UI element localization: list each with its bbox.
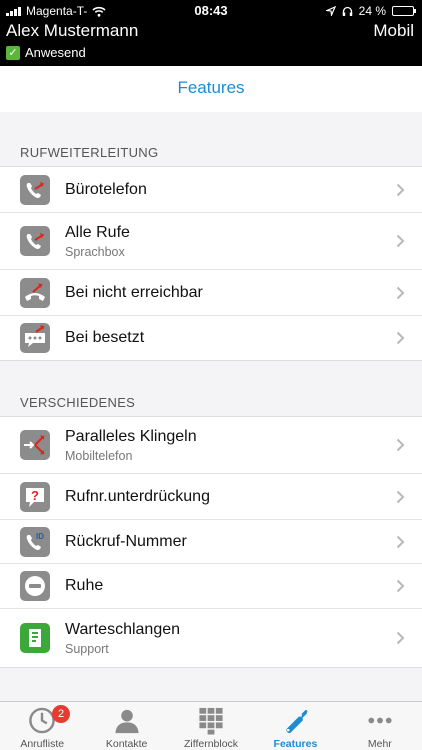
feature-label: Alle Rufe [65, 223, 130, 241]
busy-chat-icon [20, 323, 50, 353]
tab-label: Mehr [367, 738, 392, 750]
call-forward-phone-icon [20, 226, 50, 256]
feature-label: Rückruf-Nummer [65, 532, 187, 550]
svg-text:ID: ID [36, 532, 44, 541]
chevron-right-icon [396, 535, 422, 549]
queue-icon [20, 623, 50, 653]
chevron-right-icon [396, 183, 422, 197]
tab-label: Ziffernblock [183, 738, 239, 750]
chevron-right-icon [396, 490, 422, 504]
more-dots-icon [368, 717, 392, 724]
feature-sublabel: Support [65, 641, 109, 656]
checkmark-icon: ✓ [6, 45, 20, 60]
chevron-right-icon [396, 234, 422, 248]
tab-label: Kontakte [105, 738, 148, 750]
question-bubble-icon: ? [20, 481, 50, 512]
feature-row-office-phone[interactable]: Bürotelefon [0, 167, 422, 213]
person-icon [115, 709, 139, 734]
tab-contacts[interactable]: Kontakte [84, 702, 168, 750]
dialpad-icon [199, 707, 223, 735]
feature-row-busy[interactable]: Bei besetzt [0, 316, 422, 360]
status-bar: Magenta-T- 08:43 24 % [0, 0, 422, 22]
tab-more[interactable]: Mehr [338, 702, 422, 750]
chevron-right-icon [396, 286, 422, 300]
headphones-icon [342, 6, 352, 16]
location-icon [325, 6, 336, 16]
chevron-right-icon [396, 331, 422, 345]
feature-sublabel: Mobiltelefon [65, 448, 133, 463]
feature-row-queues[interactable]: Warteschlangen Support [0, 609, 422, 667]
chevron-right-icon [396, 579, 422, 593]
section-header-call-forwarding: RUFWEITERLEITUNG [20, 145, 159, 160]
tab-label: Features [273, 738, 318, 750]
feature-label: Bei besetzt [65, 329, 145, 346]
feature-label: Bei nicht erreichbar [65, 283, 203, 301]
hangup-forward-icon [20, 277, 50, 308]
battery-icon [392, 6, 416, 16]
chevron-right-icon [396, 631, 422, 645]
chevron-right-icon [396, 438, 422, 452]
user-name: Alex Mustermann [6, 21, 139, 40]
section-header-misc: VERSCHIEDENES [20, 395, 136, 410]
page-title: Features [177, 78, 245, 97]
feature-label: Ruhe [65, 577, 104, 594]
feature-row-do-not-disturb[interactable]: Ruhe [0, 564, 422, 609]
tab-bar: 2 Anrufliste Kontakte Ziffernblock Featu… [0, 701, 422, 750]
phone-id-icon: ID [20, 526, 50, 557]
battery-percent: 24 % [358, 4, 386, 18]
feature-row-all-calls[interactable]: Alle Rufe Sprachbox [0, 213, 422, 270]
feature-row-callback-number[interactable]: ID Rückruf-Nummer [0, 520, 422, 564]
feature-row-parallel-ringing[interactable]: Paralleles Klingeln Mobiltelefon [0, 417, 422, 474]
call-forward-phone-icon [20, 174, 50, 205]
call-forwarding-list: Bürotelefon Alle Rufe Sprachbox Bei nich… [0, 166, 422, 361]
tab-dialpad[interactable]: Ziffernblock [169, 702, 253, 750]
missed-calls-badge: 2 [52, 705, 70, 723]
feature-label: Bürotelefon [65, 180, 147, 198]
nav-header: Features [0, 66, 422, 112]
feature-row-unreachable[interactable]: Bei nicht erreichbar [0, 270, 422, 316]
presence-label: Anwesend [25, 45, 86, 60]
presence-status[interactable]: ✓ Anwesend [6, 45, 86, 60]
wrench-icon [286, 709, 308, 734]
device-label: Mobil [373, 21, 414, 40]
tab-label: Anrufliste [20, 738, 65, 750]
feature-label: Paralleles Klingeln [65, 427, 197, 445]
tab-call-list[interactable]: 2 Anrufliste [0, 702, 84, 750]
parallel-ringing-icon [20, 430, 50, 460]
feature-label: Warteschlangen [65, 620, 181, 638]
do-not-disturb-icon [20, 571, 50, 601]
top-bar: Magenta-T- 08:43 24 % Alex Mustermann Mo… [0, 0, 422, 66]
tab-features[interactable]: Features [253, 702, 337, 750]
feature-label: Rufnr.unterdrückung [65, 487, 210, 505]
feature-sublabel: Sprachbox [65, 244, 125, 259]
svg-text:?: ? [31, 488, 39, 503]
feature-row-caller-id-suppression[interactable]: ? Rufnr.unterdrückung [0, 474, 422, 520]
misc-list: Paralleles Klingeln Mobiltelefon ? Rufnr… [0, 416, 422, 668]
